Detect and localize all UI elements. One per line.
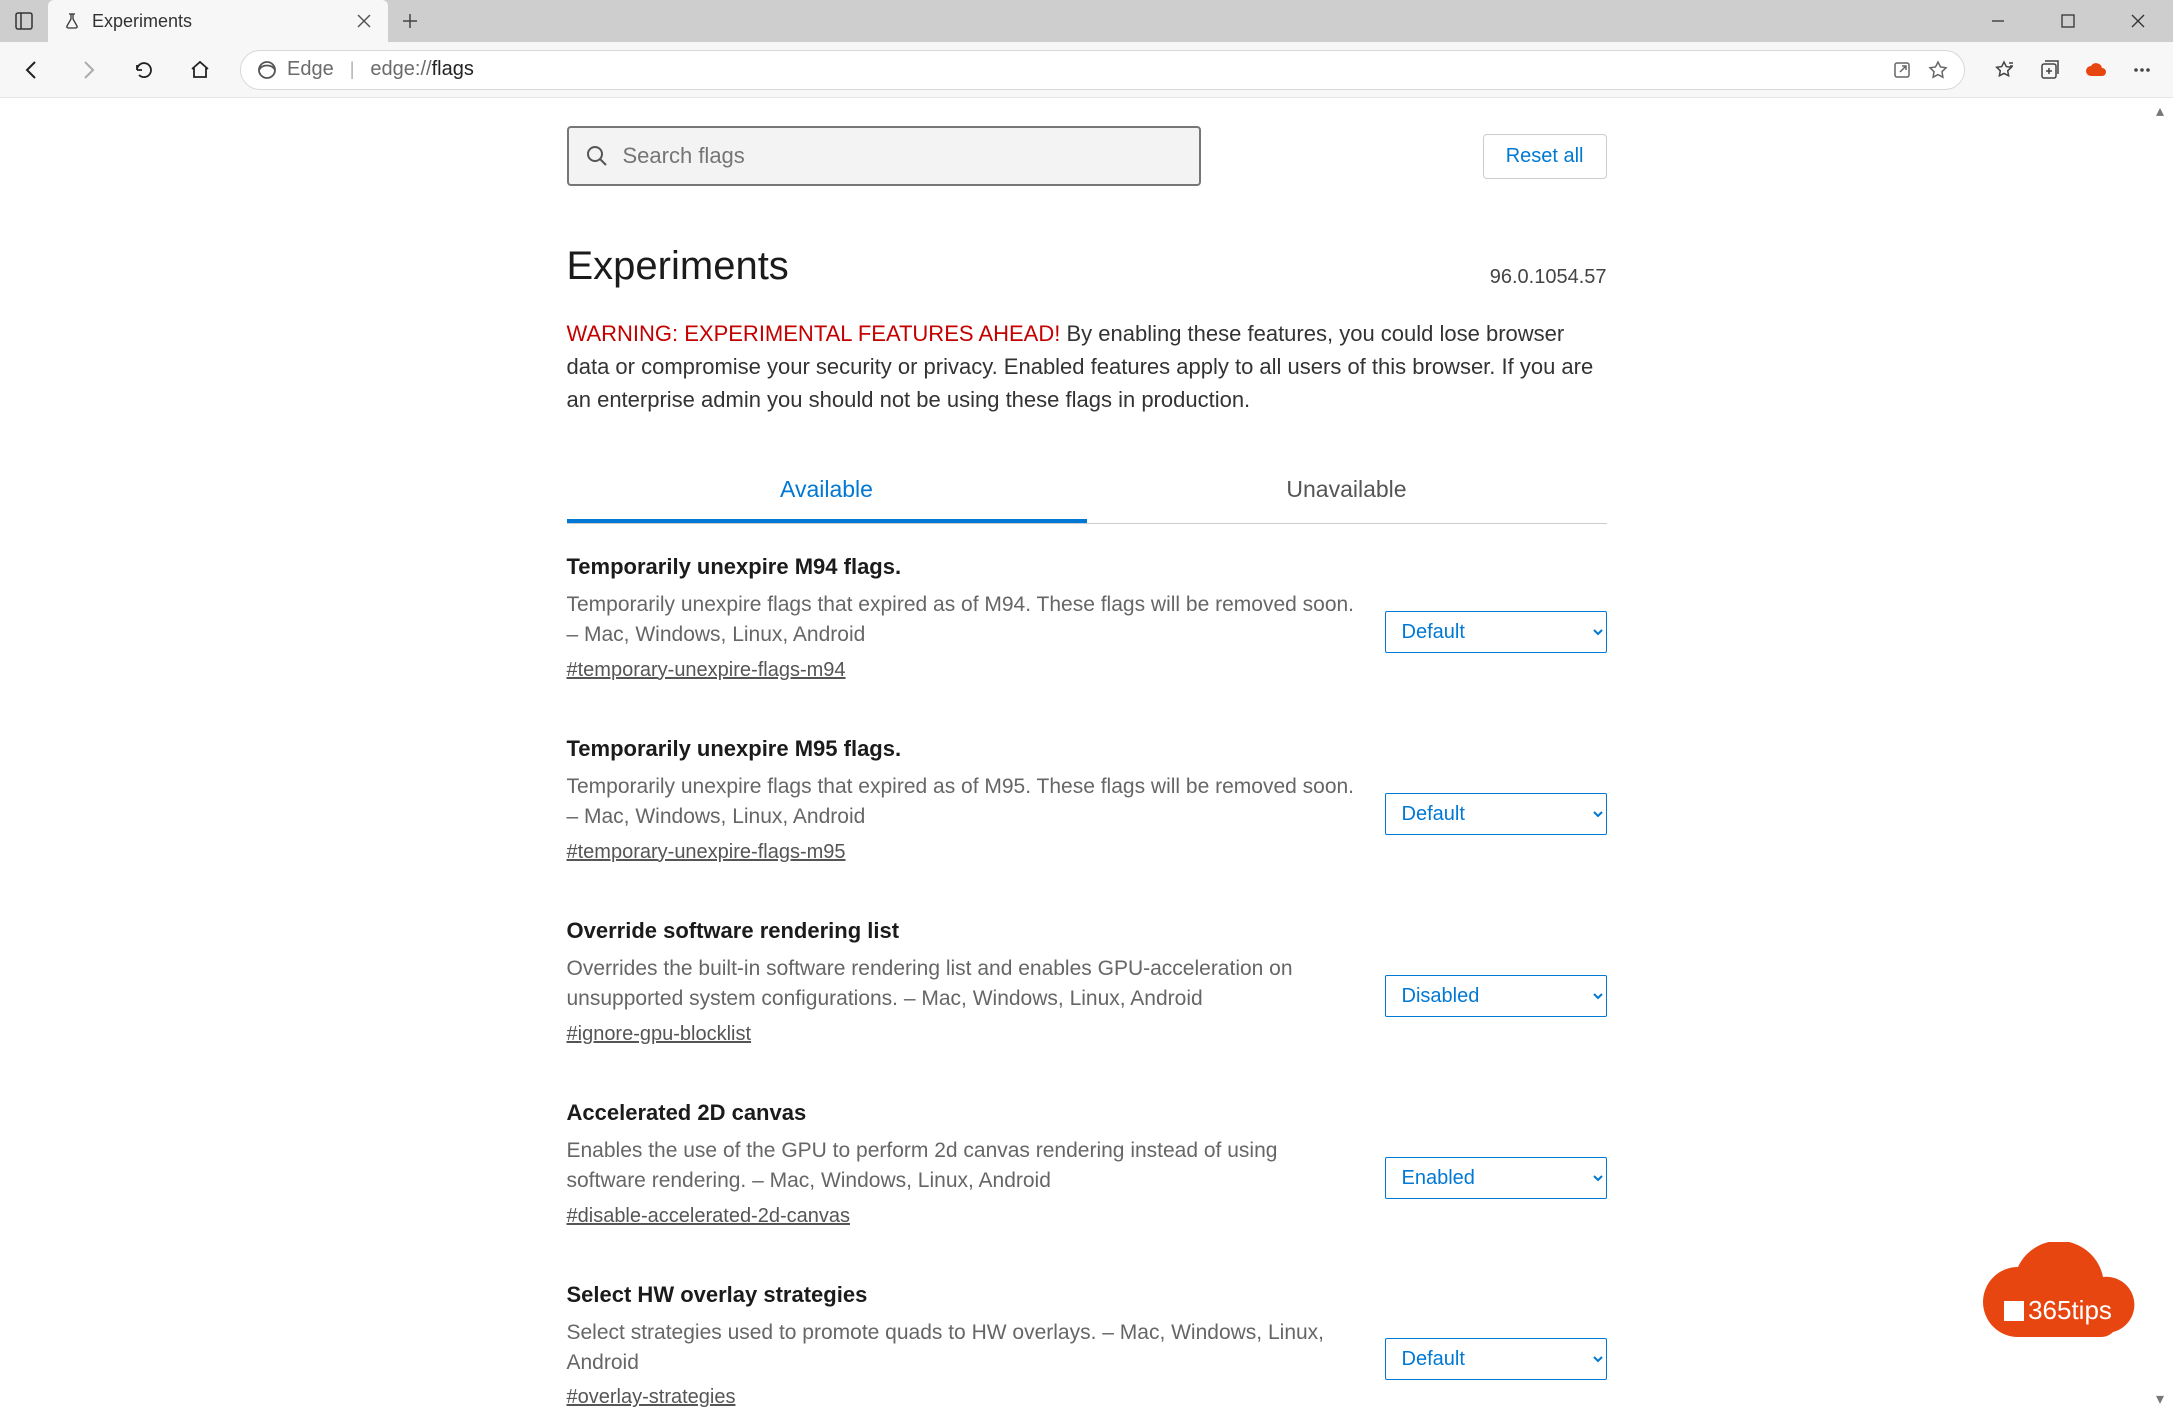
address-bar[interactable]: Edge | edge://flags — [240, 50, 1965, 90]
flag-state-select[interactable]: DefaultEnabledDisabled — [1385, 1157, 1607, 1199]
flag-select-wrap: DefaultEnabledDisabled — [1385, 1282, 1607, 1410]
maximize-button[interactable] — [2033, 0, 2103, 42]
reset-all-button[interactable]: Reset all — [1483, 134, 1607, 179]
flag-title: Override software rendering list — [567, 918, 1355, 944]
open-external-icon[interactable] — [1892, 60, 1912, 80]
flag-anchor-link[interactable]: #ignore-gpu-blocklist — [567, 1023, 752, 1046]
maximize-icon — [2061, 14, 2075, 28]
flag-info: Accelerated 2D canvas Enables the use of … — [567, 1100, 1355, 1228]
search-input[interactable] — [623, 143, 1183, 169]
refresh-icon — [133, 59, 155, 81]
flag-item: Temporarily unexpire M95 flags. Temporari… — [567, 736, 1607, 864]
back-button[interactable] — [8, 46, 56, 94]
flag-select-wrap: DefaultEnabledDisabled — [1385, 1100, 1607, 1228]
experiment-flask-icon — [62, 11, 82, 31]
flag-anchor-link[interactable]: #temporary-unexpire-flags-m94 — [567, 659, 846, 682]
search-reset-row: Reset all — [567, 116, 1607, 196]
refresh-button[interactable] — [120, 46, 168, 94]
address-separator: | — [350, 59, 355, 80]
flag-select-wrap: DefaultEnabledDisabled — [1385, 918, 1607, 1046]
page-content: ▴ Reset all Experiments 96.0.1054.57 WAR… — [0, 98, 2173, 1412]
browser-tab[interactable]: Experiments — [48, 0, 388, 42]
flag-state-select[interactable]: DefaultEnabledDisabled — [1385, 1338, 1607, 1380]
tab-available[interactable]: Available — [567, 460, 1087, 523]
cloud-icon — [2084, 61, 2108, 79]
tab-bar: Experiments — [0, 0, 2173, 42]
tab-unavailable[interactable]: Unavailable — [1087, 460, 1607, 523]
home-icon — [189, 59, 211, 81]
warning-prefix: WARNING: EXPERIMENTAL FEATURES AHEAD! — [567, 321, 1061, 346]
flag-info: Temporarily unexpire M94 flags. Temporari… — [567, 554, 1355, 682]
browser-toolbar: Edge | edge://flags — [0, 42, 2173, 98]
collections-icon — [2039, 59, 2061, 81]
flag-title: Temporarily unexpire M94 flags. — [567, 554, 1355, 580]
flag-description: Select strategies used to promote quads … — [567, 1318, 1355, 1379]
close-window-button[interactable] — [2103, 0, 2173, 42]
address-security-label: Edge — [287, 58, 334, 81]
more-menu-button[interactable] — [2119, 47, 2165, 93]
flag-description: Enables the use of the GPU to perform 2d… — [567, 1136, 1355, 1197]
flag-info: Temporarily unexpire M95 flags. Temporari… — [567, 736, 1355, 864]
tab-panel-icon — [15, 12, 33, 30]
minimize-button[interactable] — [1963, 0, 2033, 42]
plus-icon — [402, 13, 418, 29]
tab-actions-button[interactable] — [0, 0, 48, 42]
office-square-icon — [2004, 1301, 2024, 1321]
home-button[interactable] — [176, 46, 224, 94]
ellipsis-icon — [2131, 59, 2153, 81]
flag-info: Select HW overlay strategies Select strat… — [567, 1282, 1355, 1410]
tab-title: Experiments — [92, 11, 344, 32]
address-url: edge://flags — [370, 58, 473, 81]
warning-text: WARNING: EXPERIMENTAL FEATURES AHEAD! By… — [567, 317, 1607, 416]
new-tab-button[interactable] — [388, 0, 432, 42]
flag-anchor-link[interactable]: #disable-accelerated-2d-canvas — [567, 1205, 851, 1228]
search-flags-box[interactable] — [567, 126, 1201, 186]
tab-close-button[interactable] — [354, 11, 374, 31]
arrow-right-icon — [77, 59, 99, 81]
close-icon — [2130, 13, 2146, 29]
search-icon — [585, 144, 609, 168]
flag-title: Temporarily unexpire M95 flags. — [567, 736, 1355, 762]
flag-description: Temporarily unexpire flags that expired … — [567, 590, 1355, 651]
flag-tabs: Available Unavailable — [567, 460, 1607, 524]
window-controls — [1963, 0, 2173, 42]
flag-select-wrap: DefaultEnabledDisabled — [1385, 554, 1607, 682]
forward-button — [64, 46, 112, 94]
flag-title: Accelerated 2D canvas — [567, 1100, 1355, 1126]
favorite-star-icon[interactable] — [1928, 60, 1948, 80]
extension-cloud-button[interactable] — [2073, 47, 2119, 93]
arrow-left-icon — [21, 59, 43, 81]
flag-state-select[interactable]: DefaultEnabledDisabled — [1385, 975, 1607, 1017]
flag-state-select[interactable]: DefaultEnabledDisabled — [1385, 611, 1607, 653]
close-icon — [357, 14, 371, 28]
flag-state-select[interactable]: DefaultEnabledDisabled — [1385, 793, 1607, 835]
page-title: Experiments — [567, 244, 789, 289]
scroll-up-arrow-icon[interactable]: ▴ — [2149, 100, 2171, 122]
watermark-badge: 365tips — [1973, 1242, 2143, 1352]
flag-item: Override software rendering list Override… — [567, 918, 1607, 1046]
flag-anchor-link[interactable]: #overlay-strategies — [567, 1386, 736, 1409]
edge-logo-icon — [257, 60, 277, 80]
flag-anchor-link[interactable]: #temporary-unexpire-flags-m95 — [567, 841, 846, 864]
flag-select-wrap: DefaultEnabledDisabled — [1385, 736, 1607, 864]
flag-item: Select HW overlay strategies Select strat… — [567, 1282, 1607, 1410]
collections-button[interactable] — [2027, 47, 2073, 93]
flag-title: Select HW overlay strategies — [567, 1282, 1355, 1308]
scroll-down-arrow-icon[interactable]: ▾ — [2149, 1388, 2171, 1410]
favorites-button[interactable] — [1981, 47, 2027, 93]
flag-list: Temporarily unexpire M94 flags. Temporari… — [567, 554, 1607, 1412]
flag-description: Overrides the built-in software renderin… — [567, 954, 1355, 1015]
flag-item: Accelerated 2D canvas Enables the use of … — [567, 1100, 1607, 1228]
flag-item: Temporarily unexpire M94 flags. Temporari… — [567, 554, 1607, 682]
star-lines-icon — [1993, 59, 2015, 81]
flag-description: Temporarily unexpire flags that expired … — [567, 772, 1355, 833]
minimize-icon — [1991, 14, 2005, 28]
watermark-text: 365tips — [1973, 1295, 2143, 1326]
version-label: 96.0.1054.57 — [1490, 266, 1607, 289]
flag-info: Override software rendering list Override… — [567, 918, 1355, 1046]
